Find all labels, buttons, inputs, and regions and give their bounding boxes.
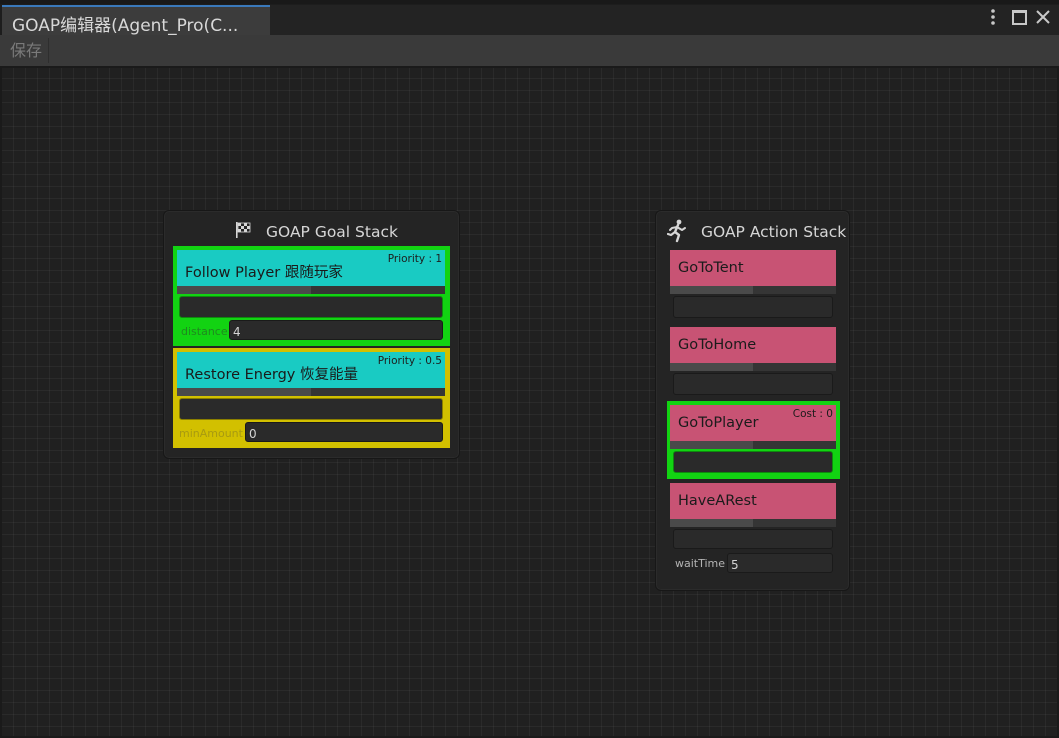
goal-condition-field[interactable] bbox=[179, 398, 443, 420]
action-condition-field[interactable] bbox=[673, 529, 833, 549]
action-cost: Cost : 0 bbox=[792, 408, 833, 420]
more-vertical-icon[interactable] bbox=[982, 6, 1004, 28]
goal-progress-bar bbox=[177, 388, 445, 396]
action-header[interactable]: GoToHome bbox=[670, 327, 836, 363]
running-person-icon bbox=[666, 219, 687, 247]
action-progress-bar bbox=[670, 519, 836, 527]
goal-param-label: distance bbox=[181, 325, 228, 338]
action-param-label: waitTime bbox=[675, 557, 726, 570]
action-condition-field[interactable] bbox=[673, 373, 833, 395]
action-progress-bar bbox=[670, 441, 836, 449]
action-name: GoToHome bbox=[678, 337, 757, 353]
maximize-icon[interactable] bbox=[1008, 6, 1030, 28]
action-name: GoToPlayer bbox=[678, 415, 759, 431]
action-card-gotohome[interactable]: GoToHome bbox=[670, 327, 836, 397]
action-condition-field[interactable] bbox=[673, 451, 833, 473]
action-stack-header: GOAP Action Stack bbox=[656, 219, 849, 247]
goal-progress-bar bbox=[177, 286, 445, 294]
goal-priority: Priority : 1 bbox=[387, 253, 442, 265]
goal-condition-field[interactable] bbox=[179, 296, 443, 318]
action-card-gotoplayer[interactable]: GoToPlayer Cost : 0 bbox=[667, 401, 840, 479]
action-name: HaveARest bbox=[678, 493, 757, 509]
action-progress-bar bbox=[670, 286, 836, 294]
action-stack-title: GOAP Action Stack bbox=[701, 223, 847, 241]
close-icon[interactable] bbox=[1032, 6, 1054, 28]
goal-param-input[interactable]: 4 bbox=[229, 320, 443, 340]
action-name: GoToTent bbox=[678, 260, 744, 276]
checkered-flag-icon bbox=[234, 221, 252, 243]
editor-tab[interactable]: GOAP编辑器(Agent_Pro(C... bbox=[2, 5, 270, 37]
action-stack-node[interactable]: GOAP Action Stack GoToTent GoToHome GoTo… bbox=[655, 210, 850, 591]
goal-header[interactable]: Follow Player 跟随玩家 Priority : 1 bbox=[177, 250, 445, 286]
tab-strip bbox=[270, 5, 1059, 36]
save-button[interactable]: 保存 bbox=[4, 38, 50, 63]
toolbar: 保存 bbox=[0, 35, 1059, 67]
goal-name: Follow Player 跟随玩家 bbox=[185, 265, 343, 281]
action-header[interactable]: GoToTent bbox=[670, 250, 836, 286]
action-card-gototent[interactable]: GoToTent bbox=[670, 250, 836, 320]
action-progress-bar bbox=[670, 363, 836, 371]
action-condition-field[interactable] bbox=[673, 296, 833, 318]
action-header[interactable]: GoToPlayer Cost : 0 bbox=[670, 405, 836, 441]
editor-tab-title: GOAP编辑器(Agent_Pro(C... bbox=[12, 16, 239, 36]
goal-header[interactable]: Restore Energy 恢复能量 Priority : 0.5 bbox=[177, 352, 445, 388]
goal-name: Restore Energy 恢复能量 bbox=[185, 367, 359, 383]
goal-param-input[interactable]: 0 bbox=[245, 422, 443, 442]
goal-stack-header: GOAP Goal Stack bbox=[164, 221, 459, 245]
graph-canvas[interactable]: GOAP Goal Stack Follow Player 跟随玩家 Prior… bbox=[2, 67, 1057, 736]
action-card-havearest[interactable]: HaveARest waitTime 5 bbox=[670, 483, 836, 575]
action-header[interactable]: HaveARest bbox=[670, 483, 836, 519]
goal-param-label: minAmount bbox=[179, 427, 243, 440]
goal-priority: Priority : 0.5 bbox=[377, 355, 442, 367]
goal-card-restore-energy[interactable]: Restore Energy 恢复能量 Priority : 0.5 minAm… bbox=[173, 348, 450, 448]
action-param-input[interactable]: 5 bbox=[727, 553, 833, 573]
goal-stack-title: GOAP Goal Stack bbox=[266, 223, 398, 241]
window-top-edge bbox=[0, 0, 1059, 4]
goal-card-follow-player[interactable]: Follow Player 跟随玩家 Priority : 1 distance… bbox=[173, 246, 450, 346]
goal-stack-node[interactable]: GOAP Goal Stack Follow Player 跟随玩家 Prior… bbox=[163, 210, 460, 459]
